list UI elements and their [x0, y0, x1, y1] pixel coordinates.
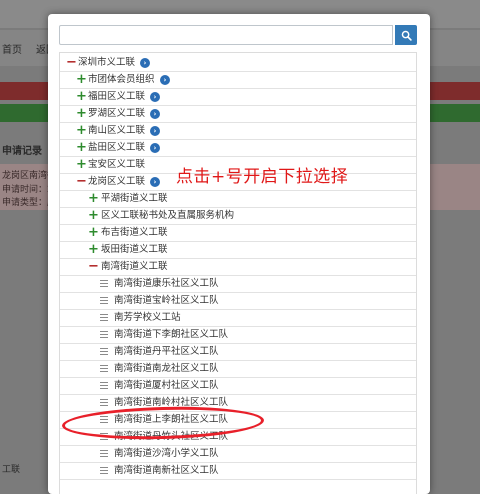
chevron-right-icon[interactable]: ›	[150, 177, 160, 187]
tree-item-label: 深圳市义工联	[78, 57, 136, 68]
organization-picker-modal: − 深圳市义工联 › + 市团体会员组织 › + 福田区义工联 › + 罗湖区义工联 › + 南山区义工联…	[48, 14, 430, 494]
tree-node-item[interactable]: + 布吉街道义工联	[60, 225, 416, 242]
leaf-lines-icon	[100, 467, 108, 475]
tree-leaf-item[interactable]: 南湾街道宝岭社区义工队	[60, 293, 416, 310]
tree-item-label: 南湾街道丹平社区义工队	[114, 346, 219, 357]
tree-item-label: 南湾街道南龙社区义工队	[114, 363, 219, 374]
background-nav-home: 首页	[2, 45, 22, 56]
chevron-right-icon[interactable]: ›	[150, 126, 160, 136]
expand-plus-icon[interactable]: +	[88, 208, 99, 223]
leaf-lines-icon	[100, 331, 108, 339]
expand-plus-icon[interactable]: +	[76, 72, 87, 87]
tree-leaf-item[interactable]: 南湾街道南龙社区义工队	[60, 361, 416, 378]
tree-leaf-item[interactable]: 南湾街道厦村社区义工队	[60, 378, 416, 395]
tree-node-item[interactable]: + 市团体会员组织 ›	[60, 72, 416, 89]
tree-item-label: 福田区义工联	[88, 91, 146, 102]
tree-item-label: 布吉街道义工联	[101, 227, 168, 238]
chevron-right-icon[interactable]: ›	[150, 143, 160, 153]
tree-item-label: 南湾街道沙湾小学义工队	[114, 448, 219, 459]
leaf-lines-icon	[100, 399, 108, 407]
tree-item-label: 南山区义工联	[88, 125, 146, 136]
tree-item-label: 南芳学校义工站	[114, 312, 181, 323]
expand-plus-icon[interactable]: +	[88, 191, 99, 206]
tree-node-item[interactable]: + 南山区义工联 ›	[60, 123, 416, 140]
annotation-text: 点击+号开启下拉选择	[176, 167, 349, 187]
tree-leaf-item[interactable]: 南湾街道下李朗社区义工队	[60, 327, 416, 344]
tree-item-label: 坂田街道义工联	[101, 244, 168, 255]
collapse-minus-icon[interactable]: −	[66, 55, 77, 70]
leaf-lines-icon	[100, 365, 108, 373]
tree-item-label: 南湾街道康乐社区义工队	[114, 278, 219, 289]
leaf-lines-icon	[100, 280, 108, 288]
tree-node-item[interactable]: − 深圳市义工联 ›	[60, 55, 416, 72]
tree-node-item[interactable]: + 福田区义工联 ›	[60, 89, 416, 106]
search-icon	[401, 30, 412, 41]
chevron-right-icon[interactable]: ›	[150, 109, 160, 119]
tree-item-label: 龙岗区义工联	[88, 176, 146, 187]
search-input[interactable]	[59, 25, 393, 45]
background-section-title: 申请记录	[2, 146, 42, 157]
expand-plus-icon[interactable]: +	[76, 157, 87, 172]
leaf-lines-icon	[100, 450, 108, 458]
tree-item-label: 区义工联秘书处及直属服务机构	[101, 210, 235, 221]
tree-item-label: 南湾街道宝岭社区义工队	[114, 295, 219, 306]
tree-item-label: 平湖街道义工联	[101, 193, 168, 204]
tree-item-label: 南湾街道南新社区义工队	[114, 465, 219, 476]
tree-item-label: 罗湖区义工联	[88, 108, 146, 119]
tree-leaf-item[interactable]: 南湾街道南新社区义工队	[60, 463, 416, 480]
tree-item-label: 宝安区义工联	[88, 159, 146, 170]
search-button[interactable]	[395, 25, 417, 45]
expand-plus-icon[interactable]: +	[76, 123, 87, 138]
expand-plus-icon[interactable]: +	[88, 242, 99, 257]
search-bar	[59, 25, 417, 47]
leaf-lines-icon	[100, 382, 108, 390]
chevron-right-icon[interactable]: ›	[160, 75, 170, 85]
expand-plus-icon[interactable]: +	[76, 140, 87, 155]
chevron-right-icon[interactable]: ›	[140, 58, 150, 68]
expand-plus-icon[interactable]: +	[76, 89, 87, 104]
tree-item-label: 南湾街道义工联	[101, 261, 168, 272]
tree-item-label: 市团体会员组织	[88, 74, 155, 85]
tree-item-label: 南湾街道厦村社区义工队	[114, 380, 219, 391]
leaf-lines-icon	[100, 348, 108, 356]
tree-node-item[interactable]: + 平湖街道义工联	[60, 191, 416, 208]
chevron-right-icon[interactable]: ›	[150, 92, 160, 102]
tree-item-label: 盐田区义工联	[88, 142, 146, 153]
tree-leaf-item[interactable]: 南芳学校义工站	[60, 310, 416, 327]
tree-node-item[interactable]: − 南湾街道义工联	[60, 259, 416, 276]
tree-leaf-item[interactable]: 南湾街道康乐社区义工队	[60, 276, 416, 293]
expand-plus-icon[interactable]: +	[88, 225, 99, 240]
background-bottom-label: 工联	[2, 465, 21, 475]
tree-item-label: 南湾街道下李朗社区义工队	[114, 329, 229, 340]
tree-node-item[interactable]: + 罗湖区义工联 ›	[60, 106, 416, 123]
collapse-minus-icon[interactable]: −	[88, 259, 99, 274]
tree-node-item[interactable]: + 盐田区义工联 ›	[60, 140, 416, 157]
collapse-minus-icon[interactable]: −	[76, 174, 87, 189]
tree-leaf-item[interactable]: 南湾街道沙湾小学义工队	[60, 446, 416, 463]
expand-plus-icon[interactable]: +	[76, 106, 87, 121]
leaf-lines-icon	[100, 297, 108, 305]
tree-leaf-item[interactable]: 南湾街道丹平社区义工队	[60, 344, 416, 361]
tree-node-item[interactable]: + 坂田街道义工联	[60, 242, 416, 259]
leaf-lines-icon	[100, 314, 108, 322]
tree-node-item[interactable]: + 区义工联秘书处及直属服务机构	[60, 208, 416, 225]
